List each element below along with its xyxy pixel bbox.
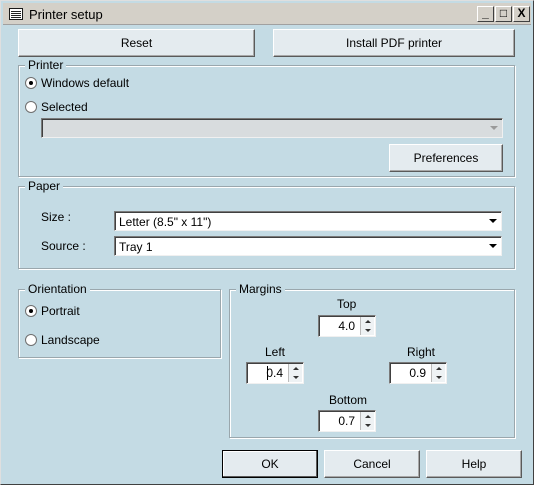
window-list-icon xyxy=(9,8,23,20)
radio-checked-icon xyxy=(25,77,37,89)
cancel-button[interactable]: Cancel xyxy=(324,450,420,478)
source-label: Source : xyxy=(41,239,86,253)
chevron-down-icon xyxy=(486,120,501,136)
install-pdf-printer-button[interactable]: Install PDF printer xyxy=(273,29,515,57)
paper-source-select[interactable]: Tray 1 xyxy=(114,236,502,256)
spin-up-icon[interactable] xyxy=(432,364,445,373)
window-title: Printer setup xyxy=(29,7,103,22)
portrait-radio[interactable]: Portrait xyxy=(25,304,80,318)
left-margin-label: Left xyxy=(265,345,286,359)
printer-setup-window: Printer setup _ □ X Reset Install PDF pr… xyxy=(0,0,534,485)
paper-source-value: Tray 1 xyxy=(119,240,153,254)
selected-printer-label: Selected xyxy=(41,100,88,114)
title-bar[interactable]: Printer setup _ □ X xyxy=(3,3,531,25)
portrait-label: Portrait xyxy=(41,304,80,318)
spin-up-icon[interactable] xyxy=(361,412,374,421)
right-margin-spinner[interactable]: 0.9 xyxy=(389,362,447,384)
paper-size-value: Letter (8.5" x 11") xyxy=(119,215,212,229)
top-margin-spinner[interactable]: 4.0 xyxy=(318,315,376,337)
landscape-label: Landscape xyxy=(41,333,100,347)
bottom-margin-label: Bottom xyxy=(329,393,368,407)
left-margin-value: 0.4 xyxy=(266,366,283,380)
chevron-down-icon xyxy=(485,213,500,229)
bottom-margin-spinner[interactable]: 0.7 xyxy=(318,410,376,432)
right-margin-stepper[interactable] xyxy=(431,364,445,382)
maximize-button[interactable]: □ xyxy=(495,6,512,22)
minimize-button[interactable]: _ xyxy=(477,6,494,22)
top-margin-value: 4.0 xyxy=(338,319,355,333)
top-margin-label: Top xyxy=(337,297,357,311)
size-label: Size : xyxy=(41,210,72,224)
preferences-button[interactable]: Preferences xyxy=(389,144,503,172)
right-margin-label: Right xyxy=(407,345,436,359)
close-button[interactable]: X xyxy=(513,6,530,22)
orientation-group: Orientation xyxy=(18,282,221,358)
spin-up-icon[interactable] xyxy=(361,317,374,326)
windows-default-radio[interactable]: Windows default xyxy=(25,76,129,90)
selected-printer-radio[interactable]: Selected xyxy=(25,100,88,114)
top-margin-stepper[interactable] xyxy=(360,317,374,335)
left-margin-spinner[interactable]: 0.4 xyxy=(246,362,304,384)
printer-select[interactable] xyxy=(41,118,503,138)
right-margin-value: 0.9 xyxy=(409,366,426,380)
windows-default-label: Windows default xyxy=(41,76,130,90)
spin-down-icon[interactable] xyxy=(289,373,302,382)
spin-down-icon[interactable] xyxy=(361,421,374,430)
ok-button[interactable]: OK xyxy=(222,450,318,478)
orientation-group-label: Orientation xyxy=(25,282,90,296)
radio-unchecked-icon xyxy=(25,101,37,113)
radio-checked-icon xyxy=(25,305,37,317)
bottom-margin-stepper[interactable] xyxy=(360,412,374,430)
spin-up-icon[interactable] xyxy=(289,364,302,373)
bottom-margin-value: 0.7 xyxy=(338,414,355,428)
spin-down-icon[interactable] xyxy=(361,326,374,335)
spin-down-icon[interactable] xyxy=(432,373,445,382)
help-button[interactable]: Help xyxy=(426,450,522,478)
radio-unchecked-icon xyxy=(25,334,37,346)
paper-size-select[interactable]: Letter (8.5" x 11") xyxy=(114,211,502,231)
left-margin-stepper[interactable] xyxy=(288,364,302,382)
printer-group-label: Printer xyxy=(25,58,67,72)
chevron-down-icon xyxy=(485,238,500,254)
reset-button[interactable]: Reset xyxy=(18,29,255,57)
landscape-radio[interactable]: Landscape xyxy=(25,333,100,347)
margins-group-label: Margins xyxy=(236,282,285,296)
paper-group-label: Paper xyxy=(25,179,64,193)
